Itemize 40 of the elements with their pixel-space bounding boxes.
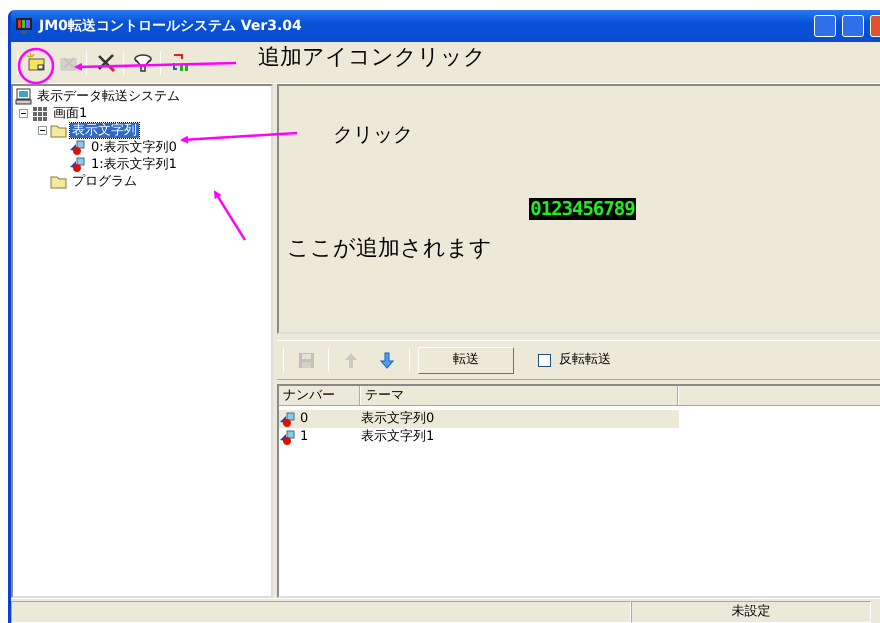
transfer-button[interactable]: 転送 bbox=[418, 346, 514, 374]
list-row[interactable]: 1 表示文字列1 bbox=[279, 428, 679, 446]
tree-item[interactable]: 表示文字列 bbox=[70, 123, 139, 138]
minimize-button[interactable] bbox=[814, 15, 836, 37]
led-display: 0123456789 bbox=[529, 198, 636, 220]
list-row[interactable]: 0 表示文字列0 bbox=[279, 410, 679, 428]
row-number: 0 bbox=[300, 410, 308, 428]
row-theme: 表示文字列0 bbox=[361, 410, 434, 428]
highlight-circle bbox=[18, 48, 54, 84]
status-panel: 未設定 bbox=[631, 601, 871, 623]
expand-toggle[interactable] bbox=[38, 126, 47, 135]
annotation-text: 追加アイコンクリック bbox=[258, 47, 486, 69]
pointer-arrow bbox=[214, 190, 246, 241]
tree-item[interactable]: プログラム bbox=[70, 174, 139, 189]
row-number: 1 bbox=[300, 428, 308, 446]
checkbox[interactable] bbox=[538, 354, 551, 366]
column-header[interactable]: ナンバー bbox=[279, 386, 361, 405]
row-theme: 表示文字列1 bbox=[361, 428, 434, 446]
tree-item[interactable]: 表示データ転送システム bbox=[35, 89, 182, 104]
app-icon bbox=[15, 17, 33, 35]
window-title: JM0転送コントロールシステム Ver3.04 bbox=[39, 16, 303, 36]
expand-toggle[interactable] bbox=[19, 109, 28, 118]
down-arrow-icon bbox=[378, 350, 396, 370]
filter-icon bbox=[132, 52, 152, 73]
annotation-text: ここが追加されます bbox=[287, 238, 492, 260]
string-item-icon bbox=[69, 156, 86, 173]
checkbox-label: 反転転送 bbox=[559, 351, 611, 370]
tree-item[interactable]: 1:表示文字列1 bbox=[89, 157, 179, 172]
grid-icon bbox=[31, 105, 48, 122]
save-icon bbox=[296, 350, 316, 370]
new-folder-icon bbox=[26, 52, 46, 73]
string-item-icon bbox=[279, 428, 296, 446]
tree-item[interactable]: 0:表示文字列0 bbox=[89, 140, 179, 155]
string-item-icon bbox=[279, 410, 296, 428]
computer-icon bbox=[15, 88, 32, 105]
tree-item[interactable]: 画面1 bbox=[51, 106, 90, 121]
maximize-button[interactable] bbox=[842, 15, 864, 37]
column-header[interactable]: テーマ bbox=[361, 386, 679, 405]
annotation-text: クリック bbox=[333, 124, 413, 144]
string-item-icon bbox=[69, 139, 86, 156]
